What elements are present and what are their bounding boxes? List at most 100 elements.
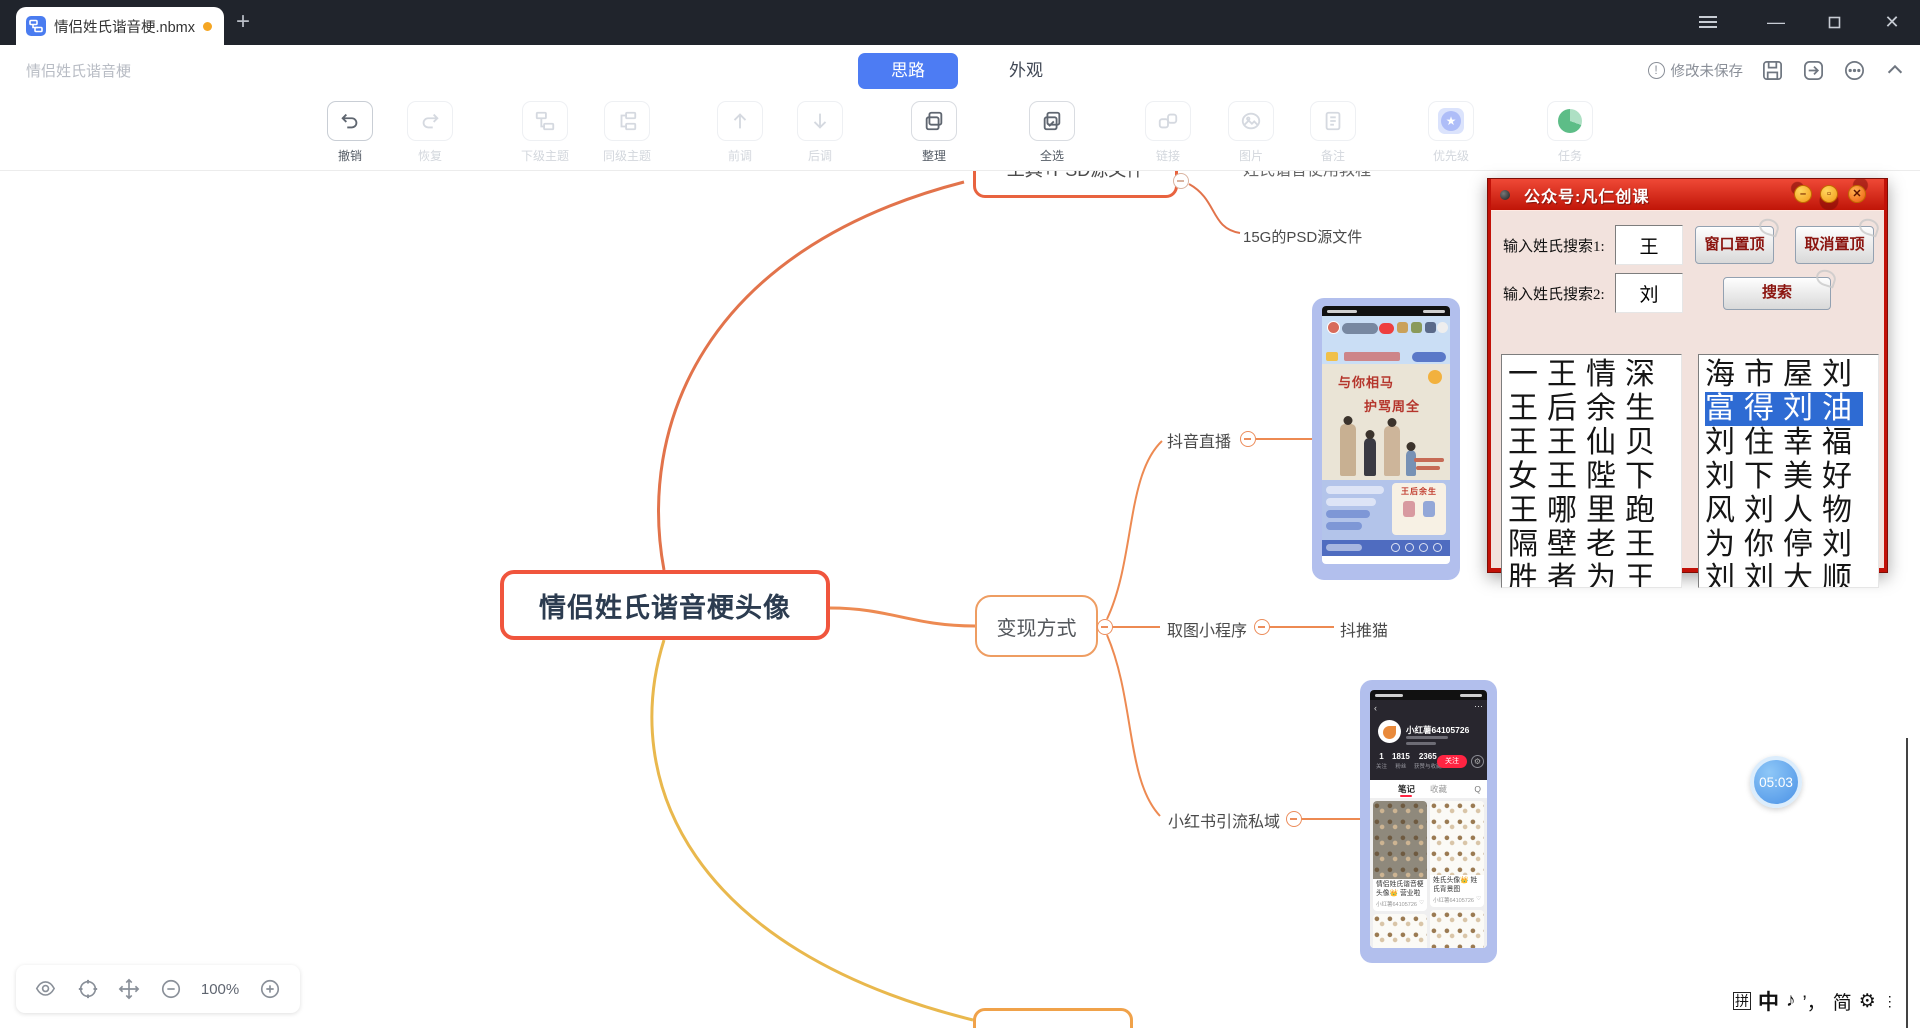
list-item[interactable]: 刘刘大顺 [1705, 562, 1878, 588]
more-icon[interactable] [1843, 59, 1866, 82]
toolbar-move-down[interactable]: 后调 [778, 101, 862, 164]
undo-icon [327, 101, 373, 141]
ime-pinyin-icon[interactable]: 拼 [1733, 992, 1751, 1010]
ime-more-icon[interactable]: ⋮ [1883, 993, 1897, 1010]
toolbar-organize[interactable]: 整理 [892, 101, 976, 164]
toolbar-label: 同级主题 [585, 147, 669, 164]
result-list-2[interactable]: 海市屋刘 富得刘油 刘住幸福 刘下美好 风刘人物 为你停刘 刘刘大顺 [1698, 354, 1879, 588]
leaf-psd-15g[interactable]: 15G的PSD源文件 [1243, 226, 1362, 247]
unpin-window-button[interactable]: 取消置顶 [1795, 226, 1874, 264]
list-item[interactable]: 海市屋刘 [1705, 358, 1878, 392]
toolbar-subtopic[interactable]: 下级主题 [503, 101, 587, 164]
list-item-selected[interactable]: 富得刘油 [1705, 392, 1863, 426]
node-bottom-clipped[interactable] [973, 1008, 1133, 1028]
new-tab-button[interactable]: + [236, 8, 250, 36]
warning-icon: ! [1648, 62, 1665, 79]
viewer-avatar [1397, 322, 1408, 333]
toolbar-undo[interactable]: 撤销 [308, 101, 392, 164]
like-icon: ♡ [1419, 900, 1424, 908]
list-item[interactable]: 刘下美好 [1705, 460, 1878, 494]
douyin-screen: 与你相马 护骂周全 王后余生 [1322, 306, 1450, 564]
zoom-level[interactable]: 100% [201, 981, 239, 998]
export-icon[interactable] [1802, 59, 1825, 82]
xhs-note-grid: 情侣姓氏谐音梗头像👑 营业啦 小红薯64105726♡ 姓氏头像👑 姓氏背景图 … [1370, 798, 1487, 948]
list-item[interactable]: 胜者为王 [1508, 562, 1681, 588]
collapse-dot-monetization[interactable] [1097, 619, 1113, 635]
pan-icon[interactable] [118, 978, 140, 1000]
list-item[interactable]: 王哪里跑 [1508, 494, 1681, 528]
list-item[interactable]: 风刘人物 [1705, 494, 1878, 528]
douyin-live-screenshot[interactable]: 与你相马 护骂周全 王后余生 [1312, 298, 1460, 580]
leaf-douyin-live[interactable]: 抖音直播 [1167, 428, 1231, 452]
note-title: 姓氏头像👑 姓氏背景图 [1433, 877, 1481, 894]
toolbar-label: 恢复 [388, 147, 472, 164]
surname-input-1[interactable] [1615, 225, 1683, 265]
toolbar-image[interactable]: 图片 [1209, 101, 1293, 164]
viewer-avatar [1425, 322, 1436, 333]
toolbar-task[interactable]: 任务 [1528, 101, 1612, 164]
collapse-dot-xiaohongshu[interactable] [1286, 811, 1302, 827]
tab-waiguan[interactable]: 外观 [996, 53, 1056, 89]
list-item[interactable]: 一王情深 [1508, 358, 1681, 392]
save-icon[interactable] [1761, 59, 1784, 82]
list-item[interactable]: 王王仙贝 [1508, 426, 1681, 460]
leaf-doutuimao[interactable]: 抖推猫 [1340, 617, 1388, 641]
toolbar-priority[interactable]: ★ 优先级 [1409, 101, 1493, 164]
collapse-toolbar-icon[interactable] [1884, 59, 1906, 81]
xhs-profile-header: ‹ ⋯ 小红薯64105726 1 关注 1815 粉丝 2365 获赞与收藏 [1370, 700, 1487, 780]
toolbar-select-all[interactable]: 全选 [1010, 101, 1094, 164]
toolbar-redo[interactable]: 恢复 [388, 101, 472, 164]
toolbar-note[interactable]: 备注 [1291, 101, 1375, 164]
list-item[interactable]: 女王陛下 [1508, 460, 1681, 494]
surname-input-2[interactable] [1615, 273, 1683, 313]
leaf-miniprogram[interactable]: 取图小程序 [1167, 617, 1247, 641]
menu-icon[interactable] [1694, 10, 1722, 30]
timer-bubble[interactable]: 05:03 [1750, 756, 1802, 808]
zoom-in-icon[interactable] [259, 978, 281, 1000]
search-button[interactable]: 搜索 [1723, 277, 1831, 310]
surname-card-text: 王后余生 [1392, 483, 1446, 497]
pin-window-button[interactable]: 窗口置顶 [1695, 226, 1774, 264]
ime-chinese-icon[interactable]: 中 [1758, 986, 1779, 1016]
leaf-xiaohongshu[interactable]: 小红书引流私域 [1168, 808, 1280, 832]
figure [1340, 424, 1356, 476]
collapse-dot-miniprogram[interactable] [1254, 619, 1270, 635]
list-item[interactable]: 隔壁老王 [1508, 528, 1681, 562]
live-icon [1405, 543, 1414, 552]
redwin-titlebar[interactable]: 公众号:凡仁创课 – ▫ ✕ [1491, 179, 1884, 210]
ime-sound-icon[interactable]: ♪ [1786, 990, 1796, 1012]
locate-icon[interactable] [77, 978, 99, 1000]
list-item[interactable]: 刘住幸福 [1705, 426, 1878, 460]
list-item[interactable]: 为你停刘 [1705, 528, 1878, 562]
list-item[interactable]: 王后余生 [1508, 392, 1681, 426]
close-button[interactable]: ✕ [1878, 10, 1906, 34]
tab-collections: 收藏 [1430, 780, 1447, 798]
organize-icon [911, 101, 957, 141]
collapse-dot-douyin[interactable] [1240, 431, 1256, 447]
toolbar-link[interactable]: 链接 [1126, 101, 1210, 164]
toolbar-sibling-topic[interactable]: 同级主题 [585, 101, 669, 164]
ime-settings-icon[interactable]: ⚙ [1859, 990, 1876, 1013]
document-tab[interactable]: 情侣姓氏谐音梗.nbmx [16, 7, 224, 45]
redwin-close-button[interactable]: ✕ [1848, 185, 1866, 203]
node-monetization[interactable]: 变现方式 [975, 595, 1098, 657]
redwin-title-text: 公众号:凡仁创课 [1524, 183, 1649, 207]
tab-silu[interactable]: 思路 [858, 53, 958, 89]
root-node[interactable]: 情侣姓氏谐音梗头像 [500, 570, 830, 640]
figure [1384, 426, 1400, 476]
xiaohongshu-screenshot[interactable]: ‹ ⋯ 小红薯64105726 1 关注 1815 粉丝 2365 获赞与收藏 [1360, 680, 1497, 963]
collapse-dot-top-node[interactable] [1173, 173, 1189, 189]
note-card [1430, 910, 1484, 948]
minimize-button[interactable]: — [1762, 10, 1790, 34]
zoom-out-icon[interactable] [160, 978, 182, 1000]
toolbar-move-up[interactable]: 前调 [698, 101, 782, 164]
redwin-maximize-button[interactable]: ▫ [1820, 185, 1838, 203]
eye-icon[interactable] [35, 978, 57, 1000]
maximize-button[interactable] [1820, 10, 1848, 29]
result-list-1[interactable]: 一王情深 王后余生 王王仙贝 女王陛下 王哪里跑 隔壁老王 胜者为王 [1501, 354, 1682, 588]
ime-simplified-icon[interactable]: 简 [1833, 988, 1852, 1015]
ime-punct-icon[interactable]: ’， [1803, 988, 1826, 1015]
ime-bar[interactable]: 拼 中 ♪ ’， 简 ⚙ ⋮ [1733, 986, 1897, 1016]
redwin-minimize-button[interactable]: – [1794, 185, 1812, 203]
surname-search-window[interactable]: 公众号:凡仁创课 – ▫ ✕ 输入姓氏搜索1: 窗口置顶 取消置顶 输入姓氏搜索… [1487, 178, 1888, 573]
